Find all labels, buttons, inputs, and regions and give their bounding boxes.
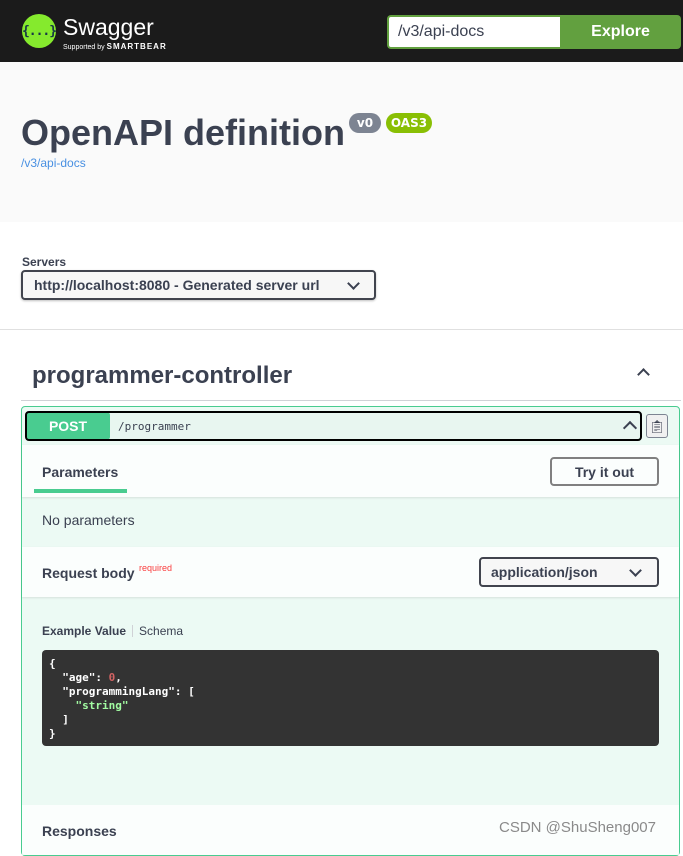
no-parameters-text: No parameters — [42, 512, 135, 528]
required-marker: required — [139, 563, 173, 573]
tag-collapse-toggle[interactable] — [634, 366, 654, 382]
server-select[interactable]: http://localhost:8080 - Generated server… — [21, 270, 376, 300]
page-title: OpenAPI definition — [21, 112, 345, 153]
info-section: OpenAPI definition v0 OAS3 /v3/api-docs — [0, 62, 683, 222]
try-it-out-button[interactable]: Try it out — [550, 457, 659, 486]
code-line: } — [49, 727, 56, 740]
swagger-logo-icon[interactable]: {...} — [22, 14, 57, 48]
active-tab-indicator — [34, 489, 127, 493]
top-bar: {...} Swagger Supported by SMARTBEAR Exp… — [0, 0, 683, 62]
code-line: { — [49, 657, 56, 670]
code-key: "age": — [49, 671, 109, 684]
content-type-value: application/json — [491, 564, 598, 580]
responses-title: Responses — [42, 823, 117, 839]
explore-button[interactable]: Explore — [560, 15, 681, 49]
spec-url-link[interactable]: /v3/api-docs — [21, 156, 86, 170]
tab-example-value[interactable]: Example Value — [42, 624, 126, 638]
tab-parameters[interactable]: Parameters — [42, 464, 118, 480]
tag-title[interactable]: programmer-controller — [32, 362, 292, 390]
clipboard-icon: 📋︎ — [648, 418, 666, 434]
watermark: CSDN @ShuSheng007 — [499, 819, 656, 836]
focus-outline — [25, 411, 642, 441]
code-key: "programmingLang": [ — [49, 685, 195, 698]
oas-badge: OAS3 — [386, 113, 432, 133]
request-body-title: Request body — [42, 565, 135, 581]
servers-label: Servers — [22, 255, 67, 269]
code-punct: , — [115, 671, 122, 684]
chevron-down-icon — [629, 564, 642, 577]
code-string: "string" — [49, 699, 129, 712]
divider — [0, 329, 683, 330]
example-json-code[interactable]: { "age": 0, "programmingLang": [ "string… — [42, 650, 659, 746]
logo-title: Swagger — [63, 14, 154, 40]
chevron-down-icon — [347, 277, 360, 290]
server-select-value: http://localhost:8080 - Generated server… — [34, 277, 320, 293]
content-type-select[interactable]: application/json — [479, 557, 659, 587]
logo-subtitle: Supported by SMARTBEAR — [63, 42, 167, 52]
code-line: ] — [49, 713, 69, 726]
logo-subtitle-prefix: Supported by — [63, 44, 105, 51]
example-schema-tabs: Example Value Schema — [42, 624, 183, 638]
tag-divider — [21, 400, 681, 401]
tab-schema[interactable]: Schema — [139, 624, 183, 638]
tab-separator — [132, 625, 134, 637]
logo-subtitle-brand: SMARTBEAR — [106, 42, 167, 51]
copy-path-button[interactable]: 📋︎ — [646, 414, 668, 438]
version-badge: v0 — [349, 113, 381, 133]
spec-url-input[interactable] — [387, 15, 560, 49]
chevron-up-icon — [637, 368, 650, 381]
